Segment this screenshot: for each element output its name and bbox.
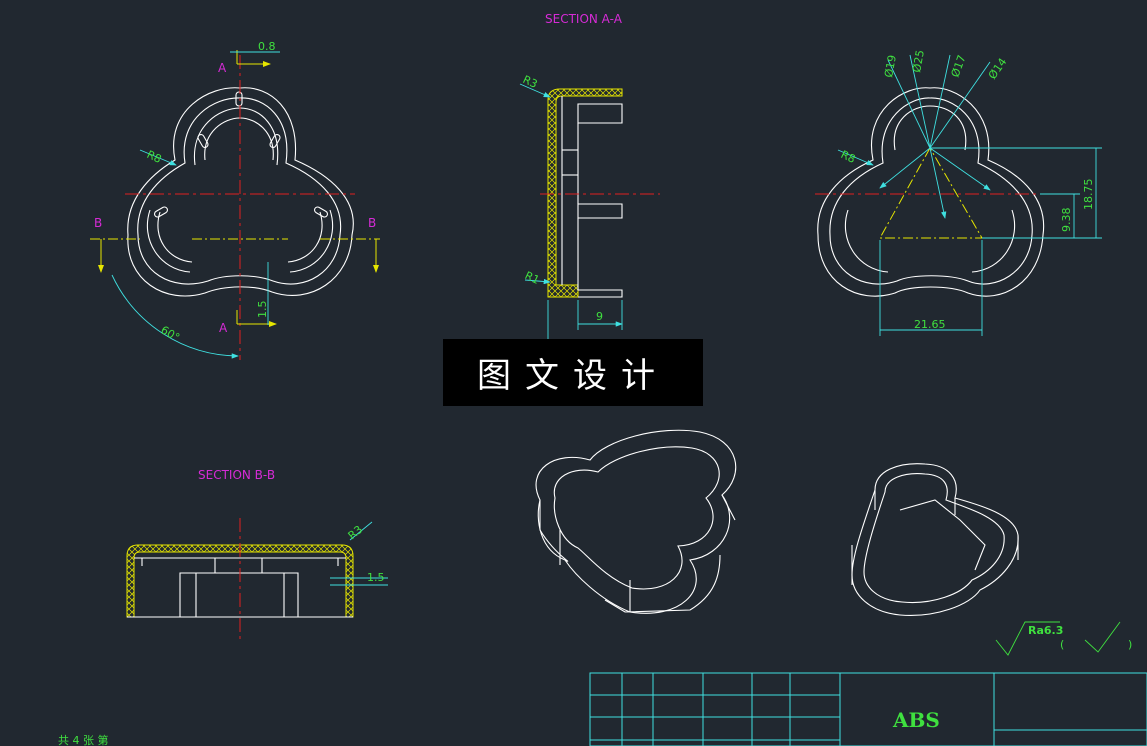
- section-a-view: 9 R3 R1: [519, 73, 660, 340]
- section-b-title: SECTION B-B: [198, 468, 275, 482]
- cut-label-a-bottom: A: [219, 321, 228, 335]
- title-block: ABS: [589, 672, 1147, 746]
- surface-finish-value: Ra6.3: [1028, 624, 1063, 637]
- isometric-view-bottom: [851, 463, 1019, 616]
- dim-section-a-r1: R1: [523, 269, 542, 287]
- dim-height-18-75: 18.75: [1082, 179, 1095, 211]
- dim-dia-14: Ø14: [986, 56, 1010, 82]
- right-view: Ø19 Ø25 Ø17 Ø14 R8 18.75 9.38 21.65: [815, 49, 1102, 336]
- right-triangle-construction: [879, 146, 983, 239]
- dim-thickness-bottom: 1.5: [256, 301, 269, 319]
- dim-height-9-38: 9.38: [1060, 208, 1073, 233]
- watermark-banner: 图文设计: [443, 339, 703, 406]
- cut-label-b-left: B: [94, 216, 102, 230]
- dim-dia-19: Ø19: [882, 54, 899, 79]
- right-outer-outline: [817, 87, 1045, 297]
- front-outer-outline: [127, 87, 354, 297]
- dim-dia-17: Ø17: [949, 53, 969, 79]
- svg-text:(: (: [1060, 638, 1064, 651]
- front-slot-top: [235, 91, 243, 107]
- title-block-material: ABS: [892, 708, 940, 732]
- isometric-view-top: [535, 429, 737, 614]
- surface-finish-symbol: Ra6.3 ( ): [995, 621, 1132, 656]
- section-b-view: R3 1.5: [126, 518, 388, 640]
- cut-label-a-top: A: [218, 61, 227, 75]
- svg-text:): ): [1128, 638, 1132, 651]
- dim-section-a-r3: R3: [521, 73, 540, 91]
- dim-radius-r8: R8: [145, 148, 164, 166]
- cut-label-b-right: B: [368, 216, 376, 230]
- dim-section-b-thickness: 1.5: [367, 571, 385, 584]
- front-view: A A B B 0.8 R8 60° 1.5: [90, 40, 380, 360]
- dim-angle-60: 60°: [159, 323, 182, 344]
- dim-section-a-width: 9: [596, 310, 603, 323]
- dim-dia-25: Ø25: [910, 49, 927, 74]
- dim-section-b-r3: R3: [346, 523, 366, 542]
- sheet-count-text: 共 4 张 第: [58, 733, 109, 746]
- dim-right-r8: R8: [839, 148, 858, 166]
- front-inner-outline: [137, 97, 342, 285]
- dim-thickness-top: 0.8: [258, 40, 276, 53]
- section-a-wall: [547, 88, 623, 298]
- dim-width-21-65: 21.65: [914, 318, 946, 331]
- section-a-title: SECTION A-A: [545, 12, 623, 26]
